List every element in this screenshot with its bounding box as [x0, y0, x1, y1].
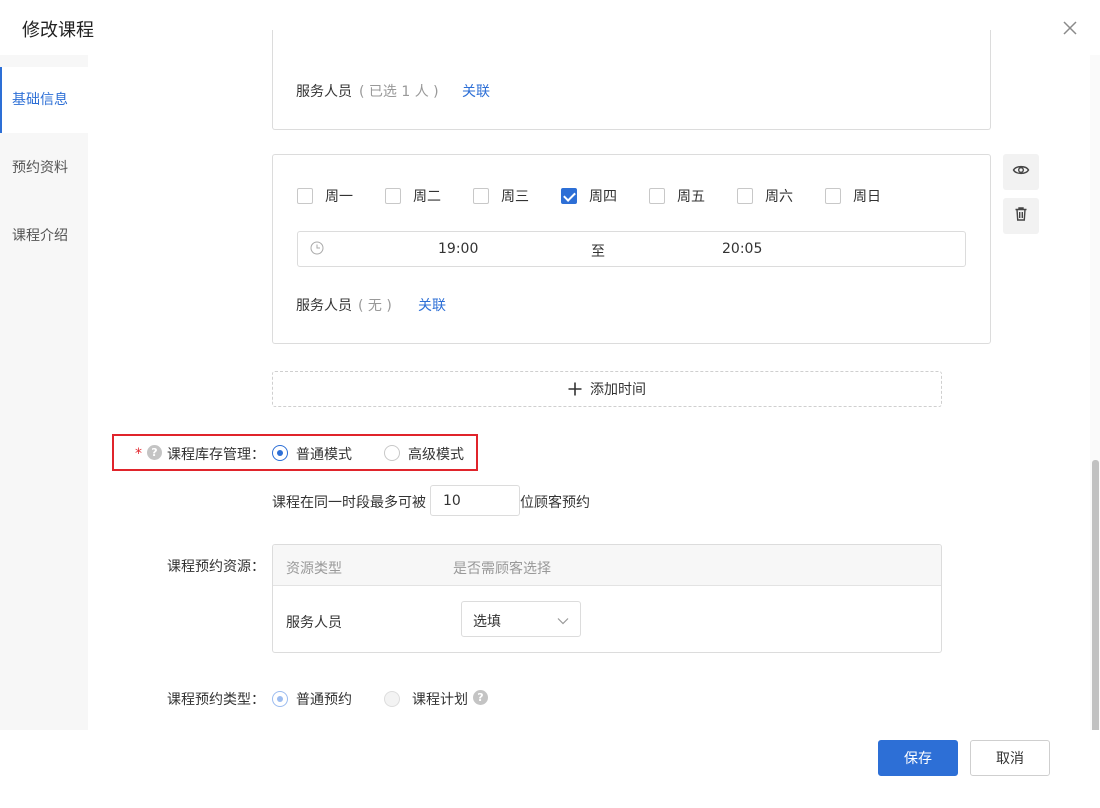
- weekday-label: 周日: [853, 189, 881, 205]
- service-staff-count: ( 无 ): [358, 298, 392, 314]
- scrollbar[interactable]: [1090, 55, 1100, 745]
- checkbox[interactable]: [473, 188, 489, 204]
- save-button[interactable]: 保存: [878, 740, 958, 776]
- help-icon[interactable]: ?: [473, 690, 488, 705]
- weekday-label: 周四: [589, 189, 617, 205]
- checkbox-checked[interactable]: [561, 188, 577, 204]
- sidebar-item-booking-info[interactable]: 预约资料: [0, 135, 88, 201]
- weekday-checkbox-tue[interactable]: 周二: [385, 187, 441, 205]
- radio-course-plan[interactable]: [384, 691, 400, 707]
- checkbox[interactable]: [385, 188, 401, 204]
- column-header: 资源类型: [286, 561, 342, 577]
- checkbox[interactable]: [297, 188, 313, 204]
- sidebar-item-basic-info[interactable]: 基础信息: [0, 67, 88, 133]
- chevron-down-icon: [557, 614, 569, 630]
- preview-button[interactable]: [1003, 154, 1039, 190]
- dialog-title: 修改课程: [22, 20, 94, 41]
- radio-label: 课程计划: [412, 692, 468, 708]
- service-staff-label: 服务人员: [296, 84, 352, 100]
- service-staff-label: 服务人员: [296, 298, 352, 314]
- weekday-checkbox-sat[interactable]: 周六: [737, 187, 793, 205]
- end-time: 20:05: [722, 241, 763, 257]
- trash-icon: [1013, 206, 1029, 226]
- sidebar-item-course-intro[interactable]: 课程介绍: [0, 203, 88, 269]
- capacity-prefix: 课程在同一时段最多可被: [272, 495, 426, 511]
- radio-advanced-mode[interactable]: [384, 445, 400, 461]
- start-time: 19:00: [438, 241, 479, 257]
- checkbox[interactable]: [649, 188, 665, 204]
- delete-button[interactable]: [1003, 198, 1039, 234]
- radio-normal-booking[interactable]: [272, 691, 288, 707]
- checkbox[interactable]: [737, 188, 753, 204]
- clock-icon: [310, 241, 324, 259]
- weekday-checkbox-fri[interactable]: 周五: [649, 187, 705, 205]
- time-range-picker[interactable]: 19:00 至 20:05: [297, 231, 966, 267]
- resources-table: 资源类型 是否需顾客选择 服务人员: [272, 544, 942, 653]
- cancel-button[interactable]: 取消: [970, 740, 1050, 776]
- weekday-checkbox-mon[interactable]: 周一: [297, 187, 353, 205]
- checkbox[interactable]: [825, 188, 841, 204]
- radio-label: 高级模式: [408, 447, 464, 463]
- add-time-label: 添加时间: [590, 382, 646, 398]
- weekday-checkbox-thu[interactable]: 周四: [561, 187, 617, 205]
- scrollbar-thumb[interactable]: [1092, 460, 1099, 745]
- weekday-label: 周六: [765, 189, 793, 205]
- column-header: 是否需顾客选择: [453, 561, 551, 577]
- time-separator: 至: [591, 244, 605, 260]
- required-mark: *: [135, 446, 142, 462]
- capacity-suffix: 位顾客预约: [520, 495, 590, 511]
- time-slot-card-1: [272, 30, 991, 130]
- radio-normal-mode[interactable]: [272, 445, 288, 461]
- resource-type-cell: 服务人员: [286, 615, 342, 631]
- resources-label: 课程预约资源：: [167, 559, 265, 575]
- help-icon[interactable]: ?: [147, 445, 162, 460]
- table-header: 资源类型 是否需顾客选择: [273, 545, 941, 586]
- radio-label: 普通预约: [296, 692, 352, 708]
- weekday-label: 周五: [677, 189, 705, 205]
- weekday-label: 周三: [501, 189, 529, 205]
- weekday-label: 周一: [325, 189, 353, 205]
- weekday-checkbox-wed[interactable]: 周三: [473, 187, 529, 205]
- associate-link[interactable]: 关联: [418, 295, 446, 315]
- select-value: 选填: [473, 614, 501, 630]
- inventory-label: 课程库存管理：: [167, 447, 265, 463]
- close-icon[interactable]: [1060, 18, 1080, 38]
- edit-course-dialog: 修改课程 基础信息 预约资料 课程介绍 服务人员 ( 已选 1 人 ) 关联 周…: [0, 0, 1100, 808]
- weekday-label: 周二: [413, 189, 441, 205]
- booking-type-label: 课程预约类型：: [167, 692, 265, 708]
- service-staff-count: ( 已选 1 人 ): [359, 84, 439, 100]
- associate-link[interactable]: 关联: [462, 81, 490, 101]
- radio-label: 普通模式: [296, 447, 352, 463]
- choice-select[interactable]: 选填: [461, 601, 581, 637]
- capacity-input[interactable]: [430, 485, 520, 516]
- weekday-checkbox-sun[interactable]: 周日: [825, 187, 881, 205]
- plus-icon: [568, 382, 582, 396]
- add-time-button[interactable]: 添加时间: [272, 371, 942, 407]
- eye-icon: [1012, 161, 1030, 183]
- sidebar-nav: 基础信息 预约资料 课程介绍: [0, 55, 88, 730]
